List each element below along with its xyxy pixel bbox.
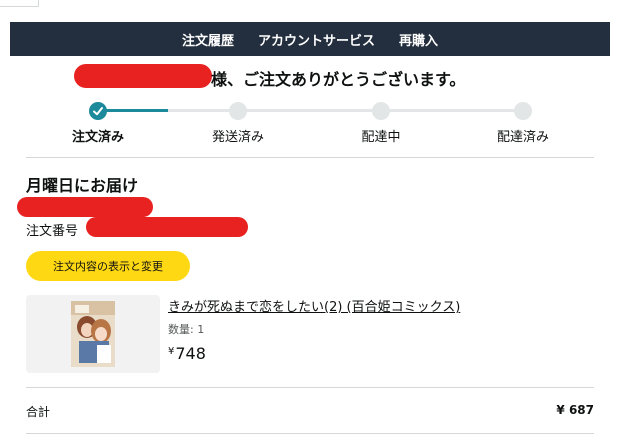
divider-top (26, 157, 594, 158)
price-currency-symbol: ¥ (168, 346, 175, 357)
top-navigation: 注文履歴 アカウントサービス 再購入 (10, 22, 610, 56)
book-cover-icon (71, 301, 115, 367)
total-label: 合計 (26, 405, 51, 419)
divider-footer (26, 433, 594, 434)
step-dot-ordered (89, 102, 107, 120)
step-label-in-transit: 配達中 (361, 130, 401, 145)
product-image[interactable] (26, 295, 160, 373)
step-dot-delivered (514, 102, 532, 120)
nav-buy-again[interactable]: 再購入 (399, 30, 438, 49)
order-number-label: 注文番号 (26, 224, 79, 239)
track-line-progress (98, 109, 168, 112)
redacted-address (17, 197, 153, 217)
greeting: 様、ご注文ありがとうございます。 (10, 64, 610, 92)
greeting-text: 様、ご注文ありがとうございます。 (211, 70, 466, 89)
corner-tab (0, 0, 39, 7)
step-dot-in-transit (372, 102, 390, 120)
product-price: ¥748 (168, 344, 206, 363)
step-label-delivered: 配達済み (496, 130, 550, 145)
checkmark-icon (93, 107, 103, 116)
step-label-ordered: 注文済み (71, 130, 125, 145)
total-value: ¥ 687 (556, 403, 594, 417)
product-title-link[interactable]: きみが死ぬまで恋をしたい(2) (百合姫コミックス) (168, 296, 460, 315)
redacted-customer-name (74, 64, 212, 88)
divider-bottom (26, 387, 594, 388)
step-label-shipped: 発送済み (211, 130, 265, 145)
nav-order-history[interactable]: 注文履歴 (182, 30, 234, 49)
product-quantity: 数量: 1 (168, 323, 205, 336)
delivery-date-heading: 月曜日にお届け (26, 176, 139, 195)
redacted-order-number (86, 217, 248, 237)
view-edit-order-button[interactable]: 注文内容の表示と変更 (26, 251, 190, 281)
nav-account-service[interactable]: アカウントサービス (258, 30, 375, 49)
price-value: 748 (175, 344, 206, 363)
shipment-tracker: 注文済み 発送済み 配達中 配達済み (10, 98, 610, 148)
step-dot-shipped (229, 102, 247, 120)
order-number-row: 注文番号 (26, 220, 78, 239)
